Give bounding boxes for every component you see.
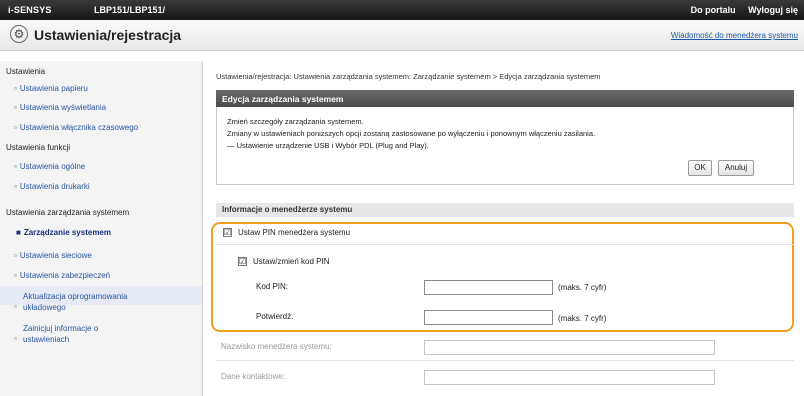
logout-link[interactable]: Wyloguj się: [748, 5, 798, 15]
sidebar-item-security[interactable]: ▫ Ustawienia zabezpieczeń: [14, 271, 110, 280]
set-pin-checkbox[interactable]: ☑: [223, 228, 232, 237]
panel-title: Edycja zarządzania systemem: [216, 90, 794, 107]
description-line: Zmień szczegóły zarządzania systemem.: [227, 117, 364, 126]
bullet-icon: ■: [16, 228, 21, 237]
main-content: Ustawienia/rejestracja: Ustawienia zarzą…: [203, 61, 804, 396]
description-line: Zmiany w ustawieniach poniższych opcji z…: [227, 129, 596, 138]
sidebar-item-paper[interactable]: ▫ Ustawienia papieru: [14, 84, 88, 93]
contact-input[interactable]: [424, 370, 715, 385]
divider: [216, 360, 794, 361]
pin-input[interactable]: [424, 280, 553, 295]
page-title: Ustawienia/rejestracja: [34, 27, 182, 43]
manager-name-label: Nazwisko menedżera systemu:: [221, 342, 332, 351]
change-pin-label: Ustaw/zmień kod PIN: [253, 257, 330, 266]
confirm-pin-hint: (maks. 7 cyfr): [558, 314, 607, 323]
contact-label: Dane kontaktowe:: [221, 372, 286, 381]
bullet-icon: ▫: [14, 271, 17, 280]
sidebar-heading-management: Ustawienia zarządzania systemem: [6, 208, 130, 217]
brand-logo: i-SENSYS: [8, 5, 52, 15]
sidebar-heading-functions: Ustawienia funkcji: [6, 143, 71, 152]
sidebar-item-general[interactable]: ▫ Ustawienia ogólne: [14, 162, 85, 171]
sidebar-item-init-settings[interactable]: ▫ Zainicjuj informacje o ustawieniach: [14, 323, 98, 345]
set-pin-label: Ustaw PIN menedżera systemu: [238, 228, 351, 237]
ok-button[interactable]: OK: [688, 160, 712, 176]
sidebar-item-firmware[interactable]: ▫ Aktualizacja oprogramowania układowego: [14, 291, 128, 313]
top-bar: i-SENSYS LBP151/LBP151/ Do portalu Wylog…: [0, 0, 804, 20]
pin-label: Kod PIN:: [256, 282, 289, 291]
cancel-button[interactable]: Anuluj: [718, 160, 754, 176]
sidebar-heading-settings: Ustawienia: [6, 67, 46, 76]
section-title: Informacje o menedżerze systemu: [216, 203, 794, 217]
bullet-icon: ▫: [14, 84, 17, 93]
bullet-icon: ▫: [14, 302, 17, 311]
sidebar-item-system-management[interactable]: ■ Zarządzanie systemem: [14, 228, 202, 237]
change-pin-checkbox[interactable]: ☑: [238, 257, 247, 266]
sidebar-item-timer[interactable]: ▫ Ustawienia włącznika czasowego: [14, 123, 138, 132]
bullet-icon: ▫: [14, 103, 17, 112]
portal-link[interactable]: Do portalu: [691, 5, 736, 15]
sidebar-item-printer[interactable]: ▫ Ustawienia drukarki: [14, 182, 90, 191]
bullet-icon: ▫: [14, 251, 17, 260]
panel-body: Zmień szczegóły zarządzania systemem. Zm…: [216, 107, 794, 185]
manager-name-input[interactable]: [424, 340, 715, 355]
top-links: Do portalu Wyloguj się: [681, 5, 798, 15]
model-name: LBP151/LBP151/: [94, 5, 166, 15]
sidebar: Ustawienia ▫ Ustawienia papieru ▫ Ustawien…: [0, 61, 203, 396]
bullet-icon: ▫: [14, 182, 17, 191]
confirm-pin-label: Potwierdź:: [256, 312, 294, 321]
pin-hint: (maks. 7 cyfr): [558, 283, 607, 292]
divider: [216, 244, 794, 245]
sidebar-item-display[interactable]: ▫ Ustawienia wyświetlania: [14, 103, 106, 112]
title-bar: ⚙ Ustawienia/rejestracja Wiadomość do me…: [0, 20, 804, 51]
gear-icon: ⚙: [10, 25, 28, 43]
bullet-icon: ▫: [14, 162, 17, 171]
confirm-pin-input[interactable]: [424, 310, 553, 325]
message-to-manager-link[interactable]: Wiadomość do menedżera systemu: [671, 31, 798, 40]
description-line: — Ustawienie urządzenie USB i Wybór PDL …: [227, 141, 429, 150]
sidebar-item-network[interactable]: ▫ Ustawienia sieciowe: [14, 251, 92, 260]
breadcrumb: Ustawienia/rejestracja: Ustawienia zarzą…: [216, 72, 601, 81]
bullet-icon: ▫: [14, 334, 17, 343]
bullet-icon: ▫: [14, 123, 17, 132]
